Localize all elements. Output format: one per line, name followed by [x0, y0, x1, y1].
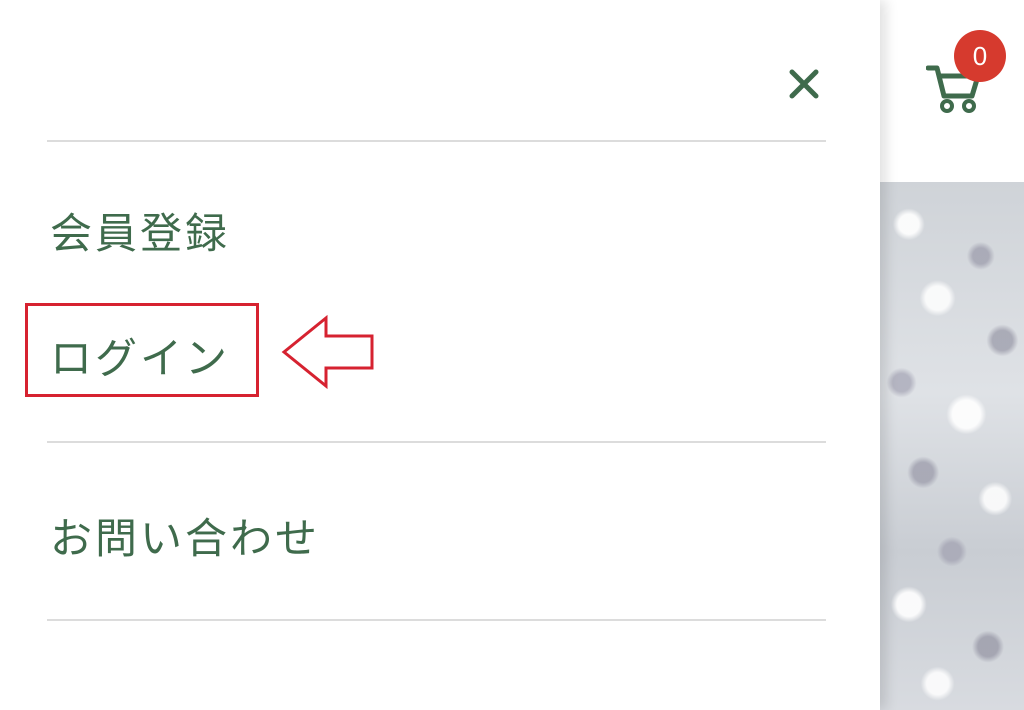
close-button[interactable]: [782, 62, 826, 106]
divider-middle: [47, 441, 826, 443]
close-icon: [789, 69, 819, 99]
cart-count-badge: 0: [954, 30, 1006, 82]
arrow-left-outline-icon: [281, 314, 374, 390]
menu-item-contact[interactable]: お問い合わせ: [50, 505, 320, 566]
divider-bottom: [47, 619, 826, 621]
divider-top: [47, 140, 826, 142]
cart-button[interactable]: 0: [924, 30, 1006, 116]
login-highlight-box: [25, 303, 259, 397]
side-drawer: 会員登録 ログイン お問い合わせ: [0, 0, 880, 710]
menu-item-register[interactable]: 会員登録: [50, 200, 230, 261]
hero-image: [880, 182, 1024, 710]
screen: 0 会員登録 ログイン お問い合わせ: [0, 0, 1024, 710]
